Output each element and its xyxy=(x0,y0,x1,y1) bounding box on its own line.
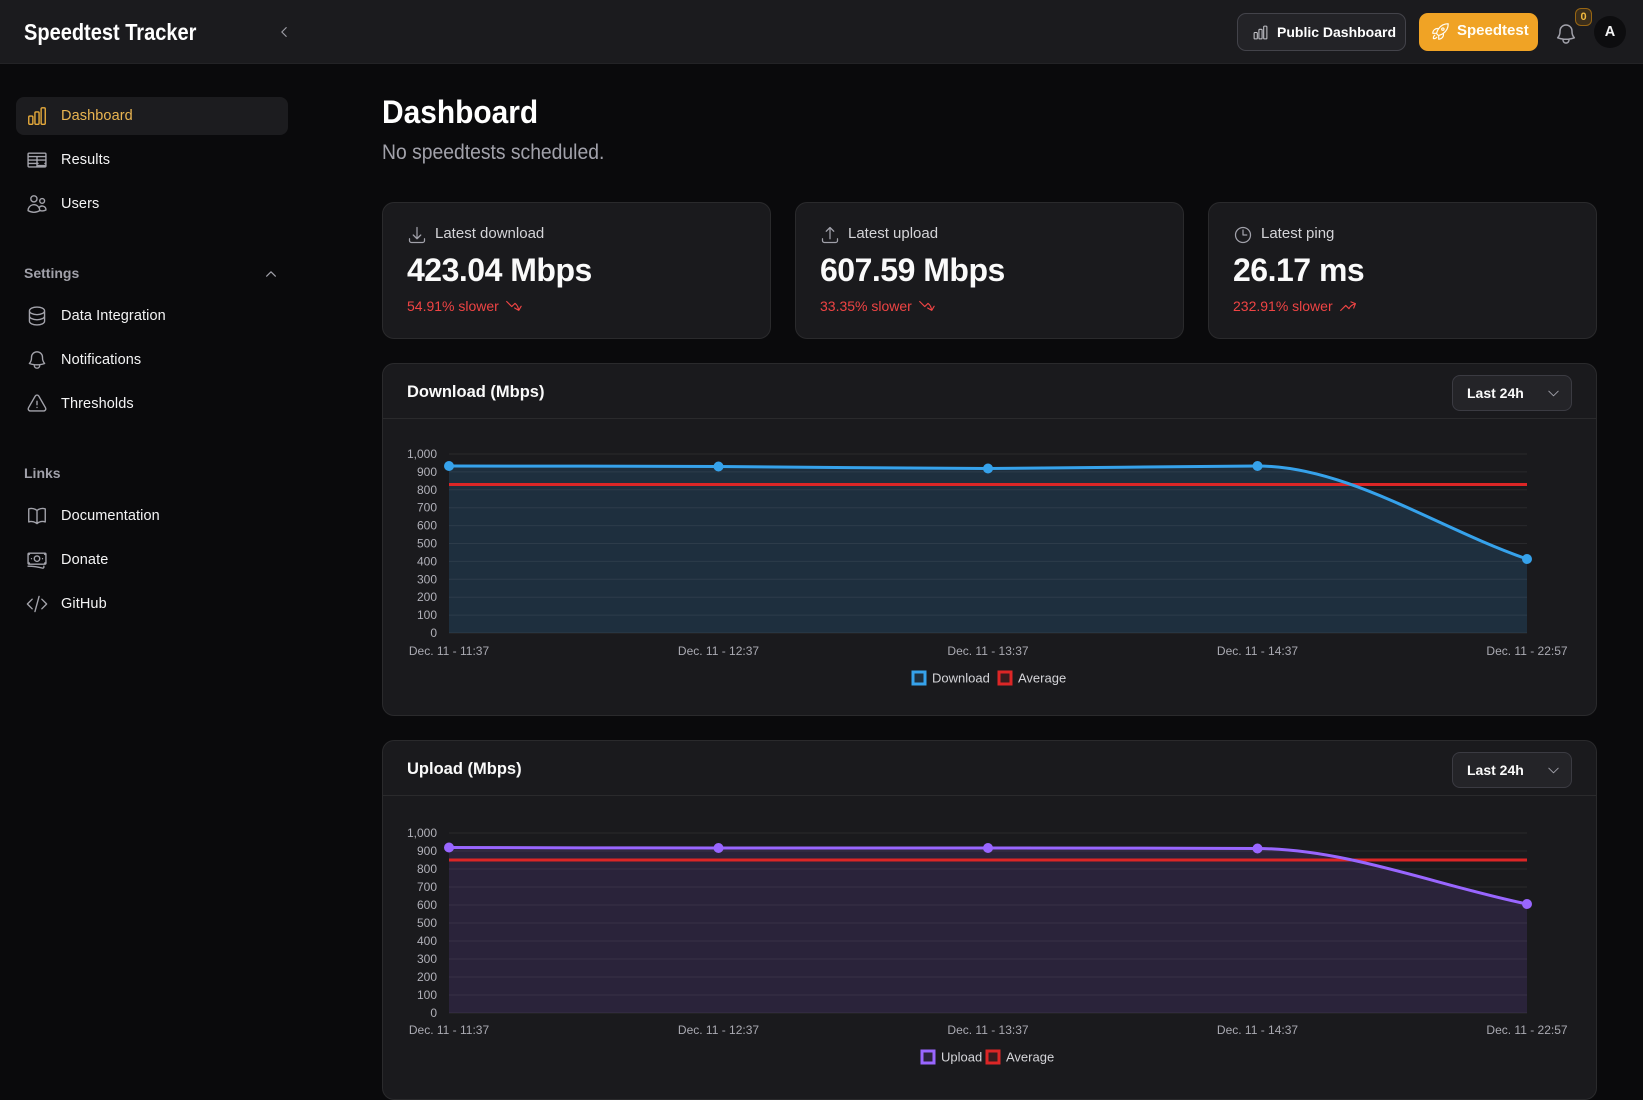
svg-text:700: 700 xyxy=(417,880,437,894)
svg-text:Dec. 11 - 22:57: Dec. 11 - 22:57 xyxy=(1486,1023,1567,1037)
svg-text:600: 600 xyxy=(417,898,437,912)
svg-text:900: 900 xyxy=(417,844,437,858)
svg-text:100: 100 xyxy=(417,988,437,1002)
svg-text:500: 500 xyxy=(417,916,437,930)
svg-text:900: 900 xyxy=(417,465,437,479)
svg-text:Dec. 11 - 11:37: Dec. 11 - 11:37 xyxy=(409,1023,490,1037)
svg-text:1,000: 1,000 xyxy=(407,826,437,840)
svg-text:500: 500 xyxy=(417,537,437,551)
svg-text:1,000: 1,000 xyxy=(407,447,437,461)
svg-text:200: 200 xyxy=(417,970,437,984)
svg-text:800: 800 xyxy=(417,862,437,876)
svg-text:Dec. 11 - 13:37: Dec. 11 - 13:37 xyxy=(947,1023,1028,1037)
svg-text:300: 300 xyxy=(417,572,437,586)
svg-text:700: 700 xyxy=(417,501,437,515)
svg-text:Dec. 11 - 14:37: Dec. 11 - 14:37 xyxy=(1217,644,1298,658)
svg-text:0: 0 xyxy=(430,1006,437,1020)
svg-text:Upload: Upload xyxy=(941,1050,982,1065)
svg-text:800: 800 xyxy=(417,483,437,497)
svg-text:100: 100 xyxy=(417,608,437,622)
svg-text:Download: Download xyxy=(932,671,990,686)
svg-text:200: 200 xyxy=(417,590,437,604)
svg-text:400: 400 xyxy=(417,934,437,948)
svg-text:0: 0 xyxy=(430,626,437,640)
svg-text:Dec. 11 - 22:57: Dec. 11 - 22:57 xyxy=(1486,644,1567,658)
svg-text:600: 600 xyxy=(417,519,437,533)
svg-text:Average: Average xyxy=(1018,671,1066,686)
svg-text:300: 300 xyxy=(417,952,437,966)
svg-text:Average: Average xyxy=(1006,1050,1054,1065)
svg-text:Dec. 11 - 12:37: Dec. 11 - 12:37 xyxy=(678,644,759,658)
svg-text:Dec. 11 - 12:37: Dec. 11 - 12:37 xyxy=(678,1023,759,1037)
svg-text:Dec. 11 - 13:37: Dec. 11 - 13:37 xyxy=(947,644,1028,658)
svg-text:400: 400 xyxy=(417,554,437,568)
svg-text:Dec. 11 - 14:37: Dec. 11 - 14:37 xyxy=(1217,1023,1298,1037)
svg-text:Dec. 11 - 11:37: Dec. 11 - 11:37 xyxy=(409,644,490,658)
